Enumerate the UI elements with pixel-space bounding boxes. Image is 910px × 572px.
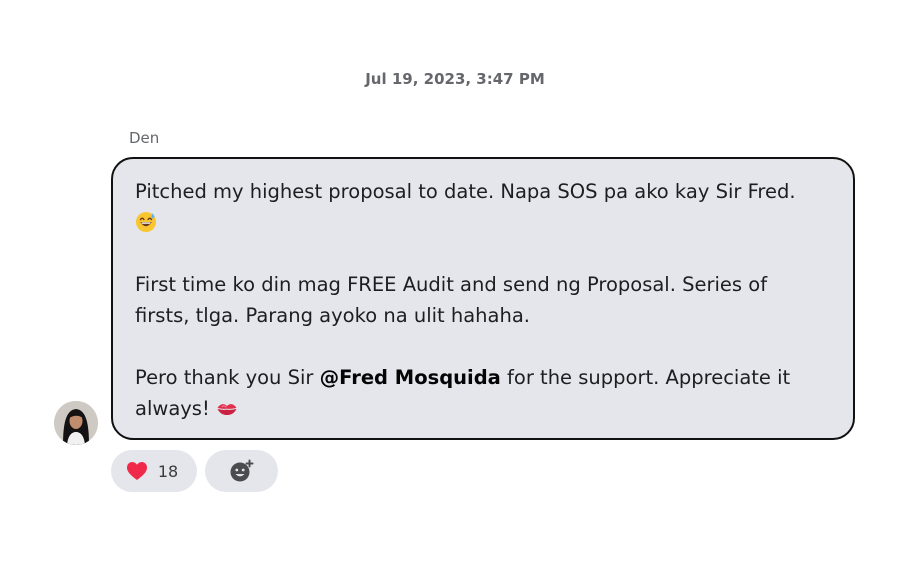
message-text: for the support. Appreciate it bbox=[500, 366, 791, 389]
message-text: Pero thank you Sir bbox=[135, 366, 320, 389]
message-bubble[interactable]: Pitched my highest proposal to date. Nap… bbox=[111, 157, 855, 440]
sender-name: Den bbox=[129, 129, 160, 147]
add-reaction-button[interactable] bbox=[205, 450, 278, 492]
message-text: always! bbox=[135, 397, 216, 420]
red-heart-icon bbox=[126, 462, 147, 480]
reactions-bar: 18 bbox=[111, 450, 278, 492]
kiss-mark-emoji-icon bbox=[217, 404, 237, 415]
message-text: First time ko din mag FREE Audit and sen… bbox=[135, 273, 768, 296]
message-paragraph-1: Pitched my highest proposal to date. Nap… bbox=[135, 176, 831, 238]
message-paragraph-3: Pero thank you Sir @Fred Mosquida for th… bbox=[135, 362, 831, 424]
grinning-sweat-emoji-icon bbox=[136, 212, 156, 232]
message-text: firsts, tlga. Parang ayoko na ulit hahah… bbox=[135, 304, 530, 327]
sender-avatar[interactable] bbox=[54, 401, 98, 445]
message-text: Pitched my highest proposal to date. Nap… bbox=[135, 180, 796, 203]
reaction-count: 18 bbox=[157, 461, 179, 481]
message-timestamp: Jul 19, 2023, 3:47 PM bbox=[365, 70, 545, 88]
add-reaction-icon bbox=[230, 459, 253, 482]
user-mention[interactable]: @Fred Mosquida bbox=[320, 366, 501, 389]
heart-reaction-button[interactable]: 18 bbox=[111, 450, 197, 492]
message-paragraph-2: First time ko din mag FREE Audit and sen… bbox=[135, 269, 831, 331]
